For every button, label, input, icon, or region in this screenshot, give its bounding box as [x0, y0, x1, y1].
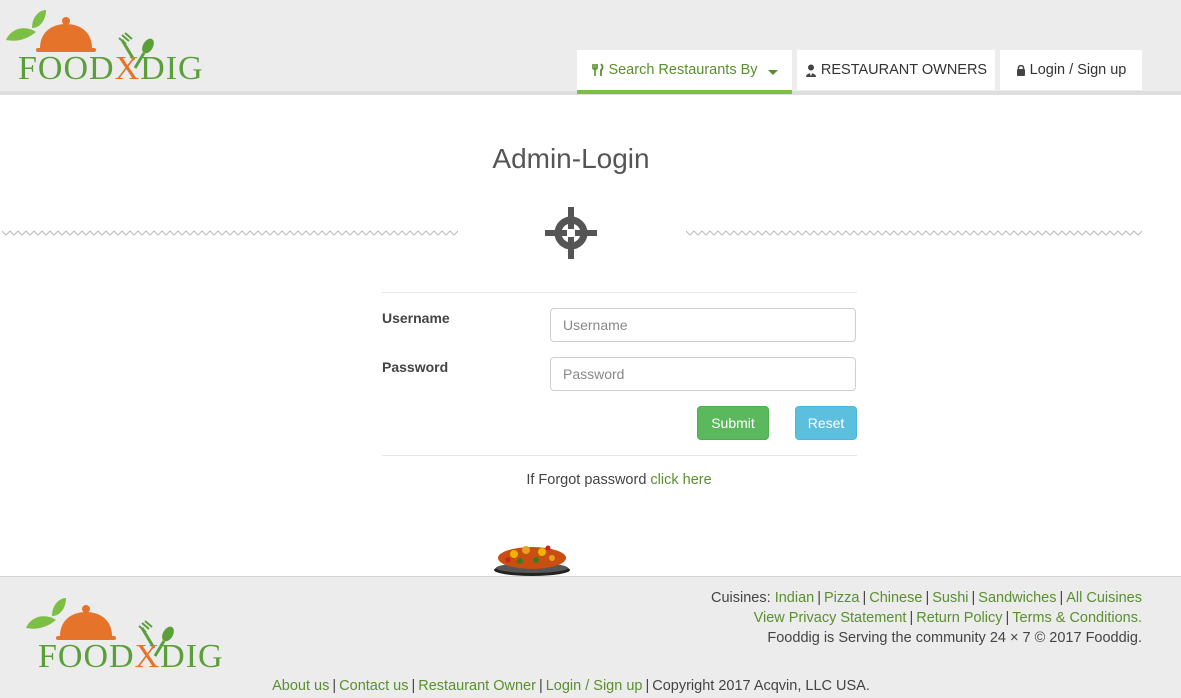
logo-text: FOODXDIG — [18, 50, 204, 87]
footer-logo-text: FOODXDIG — [38, 638, 224, 675]
password-input[interactable] — [550, 357, 856, 391]
contact-link[interactable]: Contact us — [339, 678, 408, 694]
nav-login-label: Login / Sign up — [1029, 62, 1127, 78]
lock-icon — [1016, 64, 1026, 76]
nav-search-restaurants[interactable]: Search Restaurants By — [577, 50, 792, 94]
reset-button[interactable]: Reset — [795, 406, 857, 440]
cuisine-link-sandwiches[interactable]: Sandwiches — [978, 590, 1056, 606]
fork-knife-icon — [591, 63, 604, 77]
footer-community-text: Fooddig is Serving the community 24 × 7 … — [767, 630, 1142, 646]
nav-owners-label: RESTAURANT OWNERS — [820, 62, 988, 78]
zigzag-divider-right — [686, 230, 1142, 236]
forgot-password-line: If Forgot password click here — [0, 472, 1181, 488]
footer-policy-line: View Privacy Statement | Return Policy | Ter… — [753, 610, 1142, 626]
privacy-link[interactable]: View Privacy Statement — [754, 610, 907, 626]
header: FOODXDIG Search Restaurants By RESTAURAN… — [0, 0, 1181, 95]
footer-bottom-links: About us | Contact us | Restaurant Owner | Log… — [272, 678, 870, 694]
forgot-password-link[interactable]: click here — [650, 472, 711, 488]
footer-logo[interactable]: FOODXDIG — [22, 596, 247, 676]
form-divider-top — [382, 292, 857, 293]
cuisines-prefix: Cuisines: — [711, 590, 771, 606]
footer-cuisines-line: Cuisines: Indian | Pizza | Chinese | Sushi | San… — [711, 590, 1142, 606]
cuisine-link-sushi[interactable]: Sushi — [932, 590, 968, 606]
zigzag-divider-left — [2, 230, 458, 236]
nav-restaurant-owners[interactable]: RESTAURANT OWNERS — [797, 50, 995, 90]
crosshair-icon — [545, 207, 597, 259]
submit-button[interactable]: Submit — [697, 406, 769, 440]
username-label: Username — [382, 310, 450, 326]
user-tie-icon — [805, 64, 817, 77]
footer-login-link[interactable]: Login / Sign up — [546, 678, 643, 694]
about-link[interactable]: About us — [272, 678, 329, 694]
password-label: Password — [382, 359, 449, 375]
cuisine-link-all[interactable]: All Cuisines — [1066, 590, 1142, 606]
restaurant-owner-link[interactable]: Restaurant Owner — [418, 678, 536, 694]
forgot-password-text: If Forgot password — [526, 472, 647, 488]
page-title: Admin-Login — [492, 143, 650, 174]
terms-link[interactable]: Terms & Conditions. — [1012, 610, 1142, 626]
return-policy-link[interactable]: Return Policy — [916, 610, 1002, 626]
copyright-text: Copyright 2017 Acqvin, LLC USA. — [652, 678, 870, 694]
nav-login-signup[interactable]: Login / Sign up — [1000, 50, 1142, 90]
chevron-down-icon — [767, 69, 778, 75]
logo[interactable]: FOODXDIG — [2, 8, 227, 88]
cuisine-link-pizza[interactable]: Pizza — [824, 590, 859, 606]
cuisine-link-indian[interactable]: Indian — [775, 590, 815, 606]
nav-search-label: Search Restaurants By — [608, 62, 758, 78]
username-input[interactable] — [550, 308, 856, 342]
footer-info: Cuisines: Indian | Pizza | Chinese | Sushi | San… — [711, 588, 1142, 648]
food-dish-icon — [494, 545, 570, 576]
cuisine-link-chinese[interactable]: Chinese — [869, 590, 922, 606]
form-divider-bottom — [382, 455, 857, 456]
